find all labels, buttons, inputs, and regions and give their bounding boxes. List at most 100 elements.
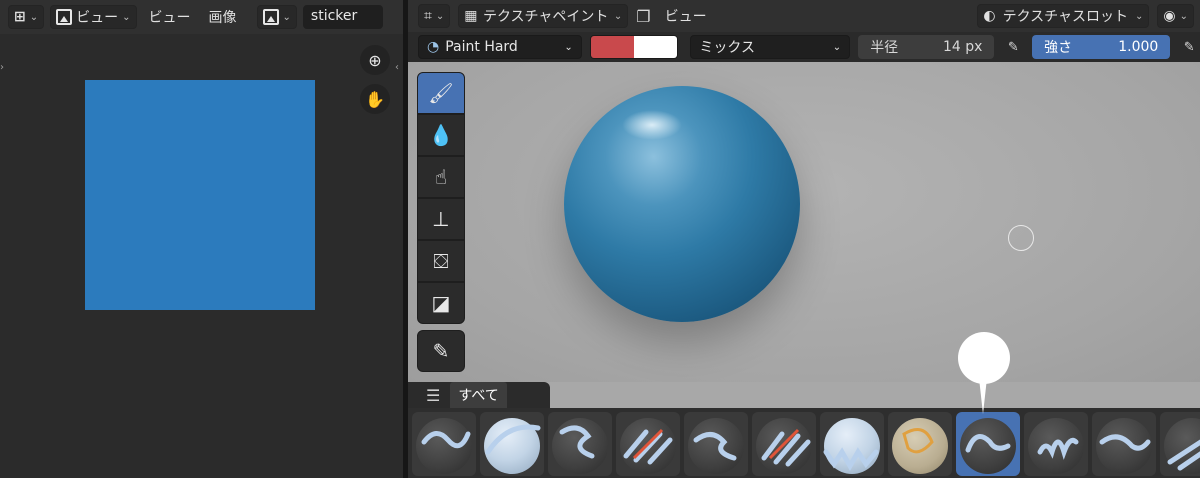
- chevron-down-icon: ⌄: [282, 11, 291, 23]
- brush-stroke: [1099, 434, 1151, 451]
- image-editor: ⊞ ⌄ ビュー ⌄ ビュー 画像 ⌄ sticker › ‹ ⊕ ✋: [0, 0, 403, 478]
- viewport-icon: ⌗: [424, 8, 432, 24]
- strength-field[interactable]: 強さ 1.000: [1032, 35, 1171, 59]
- brush-stroke: [623, 429, 673, 465]
- brush-stroke: [902, 428, 934, 454]
- tool-shelf: 🖌 💧 ☝ ⊥ ⛋ ◪ ✎: [417, 72, 467, 372]
- editor-type-button[interactable]: ⌗ ⌄: [418, 4, 451, 28]
- region-toggle-icon[interactable]: ‹: [395, 62, 399, 73]
- brush-tool[interactable]: 🖌: [417, 72, 465, 114]
- brush-icon: 🖌: [428, 81, 454, 105]
- view-mode-dropdown[interactable]: ビュー ⌄: [50, 5, 137, 29]
- pressure-strength-icon[interactable]: ✎: [1178, 36, 1200, 58]
- clone-icon: ⊥: [432, 207, 450, 231]
- viewport-canvas[interactable]: [408, 62, 1200, 382]
- chevron-down-icon: ⌄: [832, 41, 842, 53]
- brush-stroke: [1037, 437, 1079, 460]
- image-canvas[interactable]: [85, 80, 315, 310]
- annotate-icon: ✎: [432, 339, 450, 363]
- strength-label: 強さ: [1044, 40, 1073, 56]
- fill-icon: ⛋: [433, 249, 449, 273]
- view-mode-label: ビュー: [76, 10, 119, 26]
- radius-label: 半径: [870, 40, 899, 56]
- tool-settings-bar: ◔ Paint Hard ⌄ ミックス ⌄ 半径 14 px ✎ 強さ 1.00…: [408, 32, 1200, 62]
- brush-thumbnail[interactable]: [888, 412, 952, 476]
- editor-type-button[interactable]: ⊞ ⌄: [8, 5, 45, 29]
- strength-value: 1.000: [1118, 39, 1159, 55]
- 3d-viewport: ⌗ ⌄ ▦ テクスチャペイント ⌄ ❐ ビュー ◐ テクスチャスロット ⌄ ◉ …: [408, 0, 1200, 478]
- image-icon: [56, 9, 73, 25]
- brush-icon: ◔: [427, 39, 440, 55]
- menu-icon[interactable]: ☰: [426, 386, 440, 405]
- brush-thumbnail[interactable]: [956, 412, 1020, 476]
- brush-selector[interactable]: ◔ Paint Hard ⌄: [418, 35, 582, 59]
- image-browse-button[interactable]: ⌄: [256, 5, 297, 29]
- brush-stroke: [965, 434, 1011, 453]
- primary-color[interactable]: [590, 36, 635, 58]
- brush-thumbnail[interactable]: [616, 412, 680, 476]
- chevron-down-icon: ⌄: [435, 10, 445, 22]
- brush-thumbnail[interactable]: [1092, 412, 1156, 476]
- asset-shelf: [408, 408, 1200, 478]
- brush-thumbnail[interactable]: [1024, 412, 1088, 476]
- view-menu[interactable]: ビュー: [659, 6, 713, 26]
- brush-stroke-icon: [1099, 434, 1151, 451]
- brush-stroke-icon: [559, 425, 595, 459]
- secondary-color[interactable]: [634, 36, 678, 58]
- brush-thumbnail[interactable]: [480, 412, 544, 476]
- brush-stroke-icon: [421, 431, 471, 449]
- chevron-down-icon: ⌄: [122, 11, 131, 23]
- brush-stroke: [485, 424, 541, 455]
- mode-dropdown[interactable]: ▦ テクスチャペイント ⌄: [458, 4, 629, 28]
- chevron-down-icon: ⌄: [1179, 10, 1188, 22]
- texture-slot-dropdown[interactable]: ◐ テクスチャスロット ⌄: [977, 4, 1150, 28]
- brush-stroke: [421, 431, 471, 449]
- brush-options-dropdown[interactable]: ◉ ⌄: [1157, 4, 1194, 28]
- viewport-header: ⌗ ⌄ ▦ テクスチャペイント ⌄ ❐ ビュー ◐ テクスチャスロット ⌄ ◉ …: [408, 0, 1200, 32]
- zoom-icon[interactable]: ⊕: [360, 45, 390, 75]
- asset-shelf-tabs: ☰ すべて: [408, 382, 550, 408]
- image-name-field[interactable]: sticker: [302, 5, 383, 29]
- clone-tool[interactable]: ⊥: [417, 198, 465, 240]
- image-menu[interactable]: 画像: [203, 7, 243, 27]
- copy-icon[interactable]: ❐: [636, 7, 650, 26]
- radius-value: 14 px: [943, 39, 983, 55]
- sidebar-toggle-icon[interactable]: ›: [0, 62, 4, 73]
- brush-stroke-icon: [485, 424, 541, 455]
- image-editor-icon: ⊞: [14, 9, 26, 25]
- brush-stroke: [693, 432, 737, 461]
- brush-stroke: [761, 431, 811, 467]
- blend-mode-label: ミックス: [699, 40, 755, 56]
- hand-icon[interactable]: ✋: [360, 84, 390, 114]
- view-menu[interactable]: ビュー: [143, 7, 197, 27]
- brush-stroke-icon: [902, 428, 934, 454]
- pressure-radius-icon[interactable]: ✎: [1002, 36, 1024, 58]
- smear-icon: ☝: [434, 165, 448, 189]
- annotate-tool[interactable]: ✎: [417, 330, 465, 372]
- blur-tool[interactable]: 💧: [417, 114, 465, 156]
- circle-icon: ◉: [1163, 8, 1176, 24]
- mask-tool[interactable]: ◪: [417, 282, 465, 324]
- brush-stroke-icon: [823, 447, 879, 472]
- brush-thumbnail[interactable]: [1160, 412, 1200, 476]
- image-editor-header: ⊞ ⌄ ビュー ⌄ ビュー 画像 ⌄ sticker: [0, 0, 403, 34]
- brush-thumbnail[interactable]: [412, 412, 476, 476]
- brush-thumbnail[interactable]: [684, 412, 748, 476]
- brush-stroke: [559, 425, 595, 459]
- color-swatches: [589, 35, 679, 59]
- image-icon: [262, 9, 279, 25]
- chevron-down-icon: ⌄: [613, 10, 623, 22]
- brush-stroke-icon: [965, 434, 1011, 453]
- chevron-down-icon: ⌄: [29, 11, 39, 23]
- smear-tool[interactable]: ☝: [417, 156, 465, 198]
- tab-all[interactable]: すべて: [450, 382, 507, 408]
- radius-field[interactable]: 半径 14 px: [858, 35, 995, 59]
- brush-thumbnail[interactable]: [752, 412, 816, 476]
- painted-sphere: [564, 86, 800, 322]
- fill-tool[interactable]: ⛋: [417, 240, 465, 282]
- brush-stroke-icon: [623, 428, 673, 465]
- blend-mode-dropdown[interactable]: ミックス ⌄: [690, 35, 851, 59]
- brush-thumbnail[interactable]: [820, 412, 884, 476]
- texture-slot-label: テクスチャスロット: [1002, 9, 1129, 25]
- brush-thumbnail[interactable]: [548, 412, 612, 476]
